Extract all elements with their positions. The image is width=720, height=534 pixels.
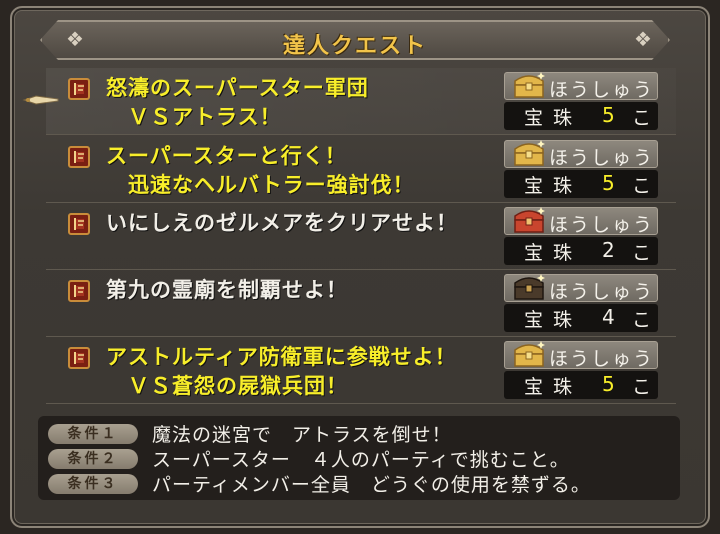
quest-title: アストルティア防衛軍に参戦せよ！ ＶＳ蒼怨の屍獄兵団！ bbox=[106, 343, 457, 401]
reward-unit: こ bbox=[632, 107, 652, 129]
reward-value: 宝珠 5 こ bbox=[504, 170, 658, 198]
reward-count: 5 bbox=[602, 103, 615, 127]
reward-panel: ほうしゅう宝珠 5 こ bbox=[504, 140, 658, 198]
condition-tag: 条件３ bbox=[48, 474, 138, 494]
window-title: 達人クエスト bbox=[282, 34, 427, 59]
dark-chest-icon bbox=[511, 271, 547, 303]
condition-text: パーティメンバー全員 どうぐの使用を禁ずる。 bbox=[152, 474, 591, 496]
quest-title: 怒濤のスーパースター軍団 ＶＳアトラス！ bbox=[106, 74, 369, 132]
quest-row[interactable]: いにしえのゼルメアをクリアせよ！ ほうしゅう宝珠 2 こ bbox=[46, 203, 676, 270]
reward-header: ほうしゅう bbox=[504, 271, 658, 303]
quest-title-line1: アストルティア防衛軍に参戦せよ！ bbox=[106, 345, 457, 369]
reward-label: ほうしゅう bbox=[549, 214, 655, 236]
condition-text: 魔法の迷宮で アトラスを倒せ！ bbox=[152, 424, 452, 446]
reward-header: ほうしゅう bbox=[504, 204, 658, 236]
reward-item-name: 宝珠 bbox=[524, 107, 583, 129]
reward-panel: ほうしゅう宝珠 5 こ bbox=[504, 341, 658, 399]
reward-item-name: 宝珠 bbox=[524, 376, 583, 398]
reward-value: 宝珠 5 こ bbox=[504, 102, 658, 130]
quest-row[interactable]: アストルティア防衛軍に参戦せよ！ ＶＳ蒼怨の屍獄兵団！ ほうしゅう宝珠 5 こ bbox=[46, 337, 676, 404]
conditions-panel: 条件１ 魔法の迷宮で アトラスを倒せ！ 条件２ スーパースター ４人のパーティで… bbox=[38, 416, 680, 500]
quest-title: 第九の霊廟を制覇せよ！ bbox=[106, 276, 348, 305]
quest-title-line1: 第九の霊廟を制覇せよ！ bbox=[106, 278, 348, 302]
condition-tag: 条件１ bbox=[48, 424, 138, 444]
quest-scroll-icon bbox=[66, 211, 92, 237]
reward-panel: ほうしゅう宝珠 2 こ bbox=[504, 207, 658, 265]
condition-tag: 条件２ bbox=[48, 449, 138, 469]
reward-count: 4 bbox=[602, 305, 615, 329]
reward-count: 5 bbox=[602, 171, 615, 195]
red-chest-icon bbox=[511, 204, 547, 236]
reward-unit: こ bbox=[632, 242, 652, 264]
reward-header: ほうしゅう bbox=[504, 137, 658, 169]
quest-title-line1: スーパースターと行く！ bbox=[106, 144, 347, 168]
reward-value: 宝珠 2 こ bbox=[504, 237, 658, 265]
quest-title: いにしえのゼルメアをクリアせよ！ bbox=[106, 209, 458, 238]
quest-title-line2: ＶＳ蒼怨の屍獄兵団！ bbox=[106, 374, 348, 398]
reward-label: ほうしゅう bbox=[549, 147, 655, 169]
reward-unit: こ bbox=[632, 309, 652, 331]
quest-title-line2: ＶＳアトラス！ bbox=[106, 105, 282, 129]
quest-row[interactable]: スーパースターと行く！ 迅速なヘルバトラー強討伐！ ほうしゅう宝珠 5 こ bbox=[46, 136, 676, 203]
reward-header: ほうしゅう bbox=[504, 69, 658, 101]
reward-value: 宝珠 4 こ bbox=[504, 304, 658, 332]
reward-unit: こ bbox=[632, 175, 652, 197]
reward-count: 2 bbox=[602, 238, 615, 262]
reward-label: ほうしゅう bbox=[549, 281, 655, 303]
quest-scroll-icon bbox=[66, 345, 92, 371]
quest-scroll-icon bbox=[66, 76, 92, 102]
reward-panel: ほうしゅう宝珠 4 こ bbox=[504, 274, 658, 332]
quest-row[interactable]: 第九の霊廟を制覇せよ！ ほうしゅう宝珠 4 こ bbox=[46, 270, 676, 337]
quest-title-line1: いにしえのゼルメアをクリアせよ！ bbox=[106, 211, 458, 235]
quest-title-line1: 怒濤のスーパースター軍団 bbox=[106, 76, 369, 100]
quest-scroll-icon bbox=[66, 144, 92, 170]
quest-scroll-icon bbox=[66, 278, 92, 304]
quest-title-line2: 迅速なヘルバトラー強討伐！ bbox=[106, 173, 415, 197]
right-ornament-icon: ❖ bbox=[634, 27, 652, 51]
reward-label: ほうしゅう bbox=[549, 348, 655, 370]
title-bar: 達人クエスト bbox=[40, 20, 670, 60]
gold-chest-icon bbox=[511, 338, 547, 370]
reward-item-name: 宝珠 bbox=[524, 175, 583, 197]
quest-row[interactable]: 怒濤のスーパースター軍団 ＶＳアトラス！ ほうしゅう宝珠 5 こ bbox=[46, 68, 676, 135]
reward-panel: ほうしゅう宝珠 5 こ bbox=[504, 72, 658, 130]
reward-count: 5 bbox=[602, 372, 615, 396]
reward-item-name: 宝珠 bbox=[524, 242, 583, 264]
condition-text: スーパースター ４人のパーティで挑むこと。 bbox=[152, 449, 570, 471]
quest-title: スーパースターと行く！ 迅速なヘルバトラー強討伐！ bbox=[106, 142, 415, 200]
reward-header: ほうしゅう bbox=[504, 338, 658, 370]
reward-unit: こ bbox=[632, 376, 652, 398]
reward-value: 宝珠 5 こ bbox=[504, 371, 658, 399]
reward-label: ほうしゅう bbox=[549, 79, 655, 101]
gold-chest-icon bbox=[511, 137, 547, 169]
reward-item-name: 宝珠 bbox=[524, 309, 583, 331]
gold-chest-icon bbox=[511, 69, 547, 101]
left-ornament-icon: ❖ bbox=[66, 27, 84, 51]
